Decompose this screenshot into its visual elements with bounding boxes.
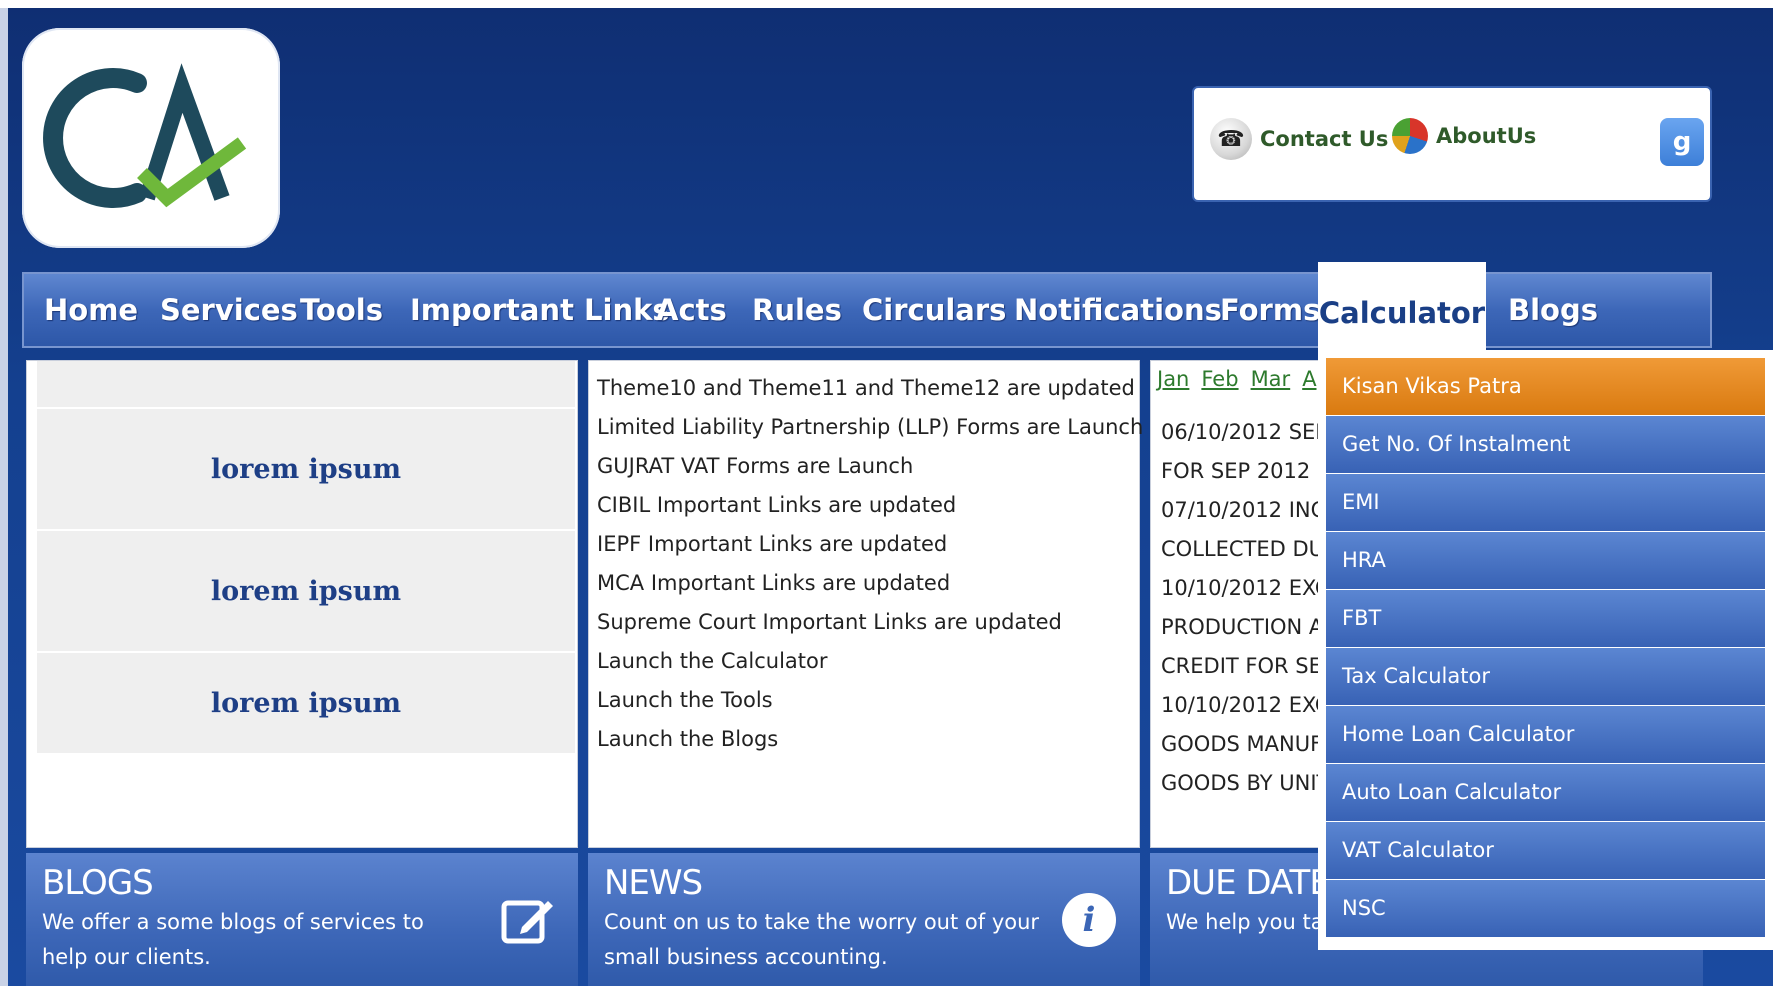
due-item[interactable]: FOR SEP 2012 <box>1161 452 1319 491</box>
nav-notifications[interactable]: Notifications <box>1014 274 1222 346</box>
contact-us-label: Contact Us <box>1260 127 1389 151</box>
phone-icon: ☎ <box>1210 118 1252 160</box>
nav-calculator[interactable]: Calculator <box>1318 262 1486 350</box>
news-panel: Theme10 and Theme11 and Theme12 are upda… <box>588 360 1143 848</box>
lorem-item[interactable]: lorem ipsum <box>37 531 575 653</box>
edit-icon <box>501 900 553 944</box>
google-plus-glyph: g <box>1672 127 1692 157</box>
month-feb-link[interactable]: Feb <box>1201 367 1238 391</box>
nav-forms[interactable]: Forms <box>1220 274 1320 346</box>
about-us-link[interactable]: AboutUs <box>1392 118 1536 154</box>
month-links: Jan Feb Mar Apr <box>1157 367 1319 391</box>
lorem-item[interactable]: lorem ipsum <box>37 653 575 755</box>
menu-item-instalment[interactable]: Get No. Of Instalment <box>1326 416 1765 473</box>
nav-circulars[interactable]: Circulars <box>862 274 1006 346</box>
news-item[interactable]: Limited Liability Partnership (LLP) Form… <box>597 408 1143 447</box>
blogs-box[interactable]: BLOGS We offer a some blogs of services … <box>26 853 578 986</box>
nav-services[interactable]: Services <box>160 274 298 346</box>
google-plus-icon[interactable]: g <box>1660 118 1704 166</box>
news-item[interactable]: MCA Important Links are updated <box>597 564 1143 603</box>
news-item[interactable]: IEPF Important Links are updated <box>597 525 1143 564</box>
due-item[interactable]: 10/10/2012 EXCIS <box>1161 686 1319 725</box>
due-item[interactable]: CREDIT FOR SEP 2 <box>1161 647 1319 686</box>
news-list: Theme10 and Theme11 and Theme12 are upda… <box>597 369 1143 759</box>
month-mar-link[interactable]: Mar <box>1251 367 1291 391</box>
menu-item-emi[interactable]: EMI <box>1326 474 1765 531</box>
news-item[interactable]: GUJRAT VAT Forms are Launch <box>597 447 1143 486</box>
blogs-title: BLOGS <box>42 863 154 903</box>
site-logo[interactable] <box>22 28 280 248</box>
lorem-panel: lorem ipsum lorem ipsum lorem ipsum <box>26 360 578 848</box>
due-item[interactable]: 06/10/2012 SERV <box>1161 413 1319 452</box>
menu-item-vat[interactable]: VAT Calculator <box>1326 822 1765 879</box>
contact-us-link[interactable]: ☎ Contact Us <box>1210 118 1388 160</box>
nav-blogs[interactable]: Blogs <box>1508 274 1598 346</box>
news-text: Count on us to take the worry out of you… <box>604 910 1040 969</box>
lorem-item[interactable]: lorem ipsum <box>37 409 575 531</box>
nav-tools[interactable]: Tools <box>300 274 383 346</box>
menu-item-tax-calculator[interactable]: Tax Calculator <box>1326 648 1765 705</box>
nav-important-links[interactable]: Important Links <box>410 274 670 346</box>
menu-item-nsc[interactable]: NSC <box>1326 880 1765 937</box>
due-item[interactable]: GOODS BY UNITS <box>1161 764 1319 803</box>
ca-logo-icon <box>43 63 247 208</box>
news-item[interactable]: Launch the Tools <box>597 681 1143 720</box>
menu-item-fbt[interactable]: FBT <box>1326 590 1765 647</box>
due-item[interactable]: GOODS MANUFA <box>1161 725 1319 764</box>
due-item[interactable]: PRODUCTION AN <box>1161 608 1319 647</box>
due-item[interactable]: 07/10/2012 INCC <box>1161 491 1319 530</box>
info-icon: i <box>1062 893 1116 947</box>
news-box[interactable]: NEWS Count on us to take the worry out o… <box>588 853 1140 986</box>
top-border <box>0 0 1773 8</box>
month-jan-link[interactable]: Jan <box>1157 367 1189 391</box>
nav-home[interactable]: Home <box>44 274 138 346</box>
menu-item-home-loan[interactable]: Home Loan Calculator <box>1326 706 1765 763</box>
pie-chart-icon <box>1392 118 1428 154</box>
menu-item-kisan-vikas-patra[interactable]: Kisan Vikas Patra <box>1326 358 1765 415</box>
due-date-list: 06/10/2012 SERV FOR SEP 2012 07/10/2012 … <box>1161 413 1319 803</box>
news-title: NEWS <box>604 863 703 903</box>
due-date-panel: Jan Feb Mar Apr 06/10/2012 SERV FOR SEP … <box>1150 360 1320 848</box>
about-us-label: AboutUs <box>1436 124 1537 148</box>
news-item[interactable]: Theme10 and Theme11 and Theme12 are upda… <box>597 369 1143 408</box>
due-item[interactable]: COLLECTED DURI <box>1161 530 1319 569</box>
due-item[interactable]: 10/10/2012 EXCIS <box>1161 569 1319 608</box>
news-item[interactable]: CIBIL Important Links are updated <box>597 486 1143 525</box>
news-item[interactable]: Launch the Blogs <box>597 720 1143 759</box>
menu-item-auto-loan[interactable]: Auto Loan Calculator <box>1326 764 1765 821</box>
news-item[interactable]: Launch the Calculator <box>597 642 1143 681</box>
nav-rules[interactable]: Rules <box>752 274 842 346</box>
news-item[interactable]: Supreme Court Important Links are update… <box>597 603 1143 642</box>
menu-item-hra[interactable]: HRA <box>1326 532 1765 589</box>
contact-box: ☎ Contact Us AboutUs g <box>1192 86 1712 202</box>
nav-acts[interactable]: Acts <box>656 274 727 346</box>
lorem-header-row <box>37 361 575 409</box>
blogs-text: We offer a some blogs of services to hel… <box>42 910 424 969</box>
calculator-dropdown-menu: Kisan Vikas Patra Get No. Of Instalment … <box>1318 350 1773 950</box>
